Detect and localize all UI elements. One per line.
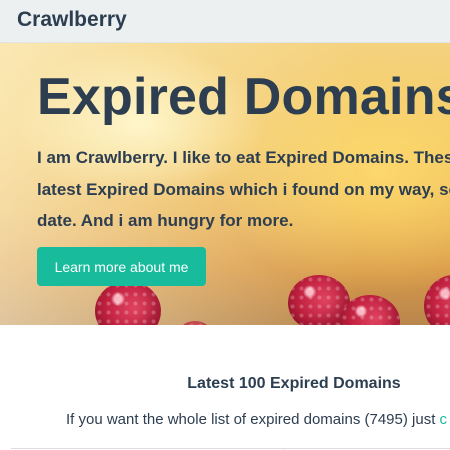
intro-text: If you want the whole list of expired do… [66,411,440,428]
learn-more-button[interactable]: Learn more about me [37,247,206,286]
hero-title: Expired Domains [37,68,450,126]
hero-lead-line: latest Expired Domains which i found on … [37,179,450,199]
full-list-link[interactable]: c [440,411,448,428]
latest-domains-intro: If you want the whole list of expired do… [66,411,447,428]
hero-lead-text: I am Crawlberry. I like to eat Expired D… [37,142,450,237]
hero-lead-line: I am Crawlberry. I like to eat Expired D… [37,148,450,167]
latest-domains-heading: Latest 100 Expired Domains [187,375,401,392]
hero-lead-line: date. And i am hungry for more. [37,211,294,230]
brand-logo[interactable]: Crawlberry [17,8,127,32]
navbar: Crawlberry [0,0,450,43]
